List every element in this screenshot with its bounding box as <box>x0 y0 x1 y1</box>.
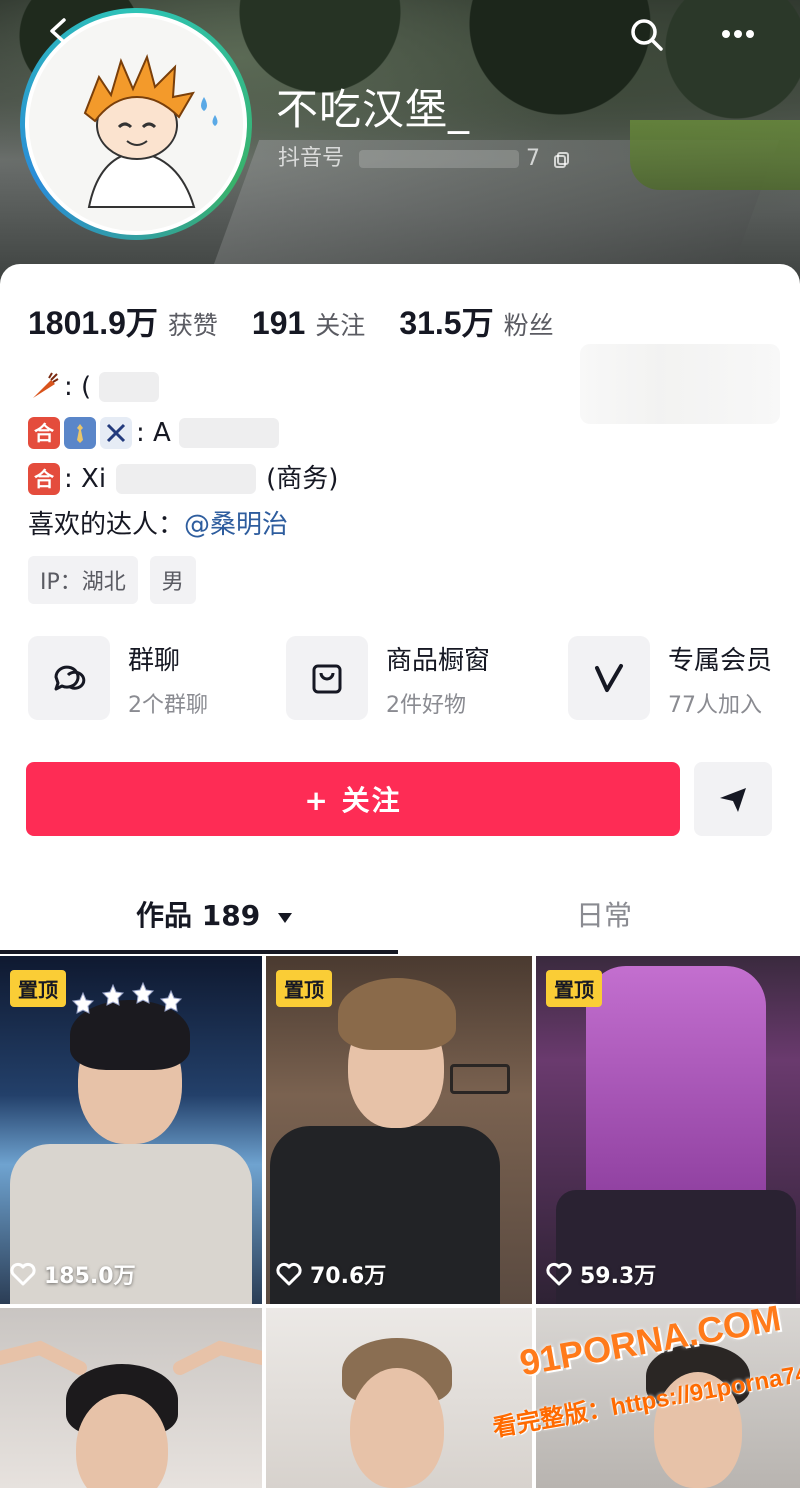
tab-works-label: 作品 189 <box>136 899 261 932</box>
heart-icon <box>546 1262 572 1286</box>
blurred-text <box>178 418 279 448</box>
like-count-value: 70.6万 <box>310 1264 387 1289</box>
pinned-badge: 置顶 <box>10 970 66 1007</box>
follow-button[interactable]: + 关注 <box>26 762 680 836</box>
stat-label: 获赞 <box>167 311 218 340</box>
he-icon: 合 <box>28 463 60 495</box>
bio-line: : ( <box>28 364 338 410</box>
search-icon[interactable] <box>628 16 666 54</box>
tab-works[interactable]: 作品 189 <box>136 894 294 934</box>
content-tabs: 作品 189 日常 <box>0 884 800 954</box>
bio-line: 合 : Xi (商务) <box>28 456 338 502</box>
like-count: 185.0万 <box>10 1258 136 1290</box>
tag-chips: IP：湖北 男 <box>28 556 196 604</box>
caret-down-icon <box>277 913 292 923</box>
stat-value: 1801.9万 <box>28 305 158 341</box>
bio-line: 合 : A <box>28 410 338 456</box>
chat-icon <box>28 636 110 720</box>
feature-title: 群聊 <box>128 646 181 676</box>
feature-subtitle: 77人加入 <box>668 693 762 718</box>
video-tile[interactable] <box>0 1308 262 1488</box>
ip-location-chip: IP：湖北 <box>28 556 138 604</box>
feature-title: 商品橱窗 <box>386 646 491 676</box>
username: 不吃汉堡_ <box>276 85 471 134</box>
he-icon: 合 <box>28 417 60 449</box>
suit-tie-icon <box>64 417 96 449</box>
shop-bag-icon <box>286 636 368 720</box>
cover-grass <box>630 120 800 190</box>
stat-likes[interactable]: 1801.9万 获赞 <box>28 298 218 344</box>
bio-line: 喜欢的达人： @桑明治 <box>28 502 338 548</box>
send-arrow-icon <box>720 788 746 812</box>
share-button[interactable] <box>694 762 772 836</box>
douyin-id-label: 抖音号 <box>278 146 345 171</box>
pinned-badge: 置顶 <box>276 970 332 1007</box>
feature-subtitle: 2件好物 <box>386 693 466 718</box>
bio: : ( 合 : A 合 : Xi (商务) 喜欢的达人： @桑明治 <box>28 364 338 548</box>
avatar-image <box>25 13 247 235</box>
hand-gesture <box>0 1340 262 1375</box>
stat-value: 191 <box>251 305 306 341</box>
stats-row: 1801.9万 获赞 191 关注 31.5万 粉丝 <box>28 298 588 344</box>
liked-creators-label: 喜欢的达人： <box>28 510 185 540</box>
stat-label: 关注 <box>315 311 366 340</box>
back-icon[interactable] <box>44 16 74 46</box>
more-icon[interactable] <box>718 20 758 48</box>
tab-active-indicator <box>0 950 398 954</box>
star-crown-icon <box>71 981 183 1014</box>
video-tile[interactable]: 置顶 59.3万 <box>536 956 800 1304</box>
douyin-id-value: 7 <box>526 146 541 171</box>
vip-v-icon <box>568 636 650 720</box>
stat-value: 31.5万 <box>399 305 494 341</box>
tab-daily[interactable]: 日常 <box>576 894 632 934</box>
copy-icon[interactable] <box>553 150 571 168</box>
like-count-value: 185.0万 <box>44 1264 136 1289</box>
gender-chip: 男 <box>149 556 196 604</box>
stat-label: 粉丝 <box>503 311 554 340</box>
feature-membership[interactable]: 专属会员 77人加入 <box>568 636 772 720</box>
stat-following[interactable]: 191 关注 <box>252 305 365 342</box>
douyin-id[interactable]: 抖音号 7 <box>278 140 571 172</box>
blurred-text <box>116 464 257 494</box>
liked-creator-link[interactable]: @桑明治 <box>184 502 288 548</box>
like-count: 70.6万 <box>276 1258 386 1290</box>
heart-icon <box>10 1262 36 1286</box>
feature-title: 专属会员 <box>668 646 773 676</box>
like-count: 59.3万 <box>546 1258 656 1290</box>
carrot-icon <box>28 371 60 403</box>
flag-icon <box>100 417 132 449</box>
bio-blurred-region <box>580 344 780 424</box>
feature-row: 群聊 2个群聊 商品橱窗 2件好物 专属会员 77人加入 <box>28 636 788 722</box>
like-count-value: 59.3万 <box>580 1264 657 1289</box>
heart-icon <box>276 1262 302 1286</box>
bio-line3-prefix: : Xi <box>64 464 107 494</box>
feature-group-chat[interactable]: 群聊 2个群聊 <box>28 636 208 720</box>
video-tile[interactable]: 置顶 185.0万 <box>0 956 262 1304</box>
video-tile[interactable]: 置顶 70.6万 <box>266 956 532 1304</box>
douyin-id-blur <box>359 150 520 168</box>
feature-shop-window[interactable]: 商品橱窗 2件好物 <box>286 636 490 720</box>
feature-subtitle: 2个群聊 <box>128 693 208 718</box>
stat-followers[interactable]: 31.5万 粉丝 <box>399 298 553 344</box>
blurred-text <box>99 372 160 402</box>
bio-line2-text: : A <box>136 418 171 448</box>
pinned-badge: 置顶 <box>546 970 602 1007</box>
bio-line1-text: : ( <box>64 372 92 402</box>
bio-line3-suffix: (商务) <box>266 464 339 494</box>
